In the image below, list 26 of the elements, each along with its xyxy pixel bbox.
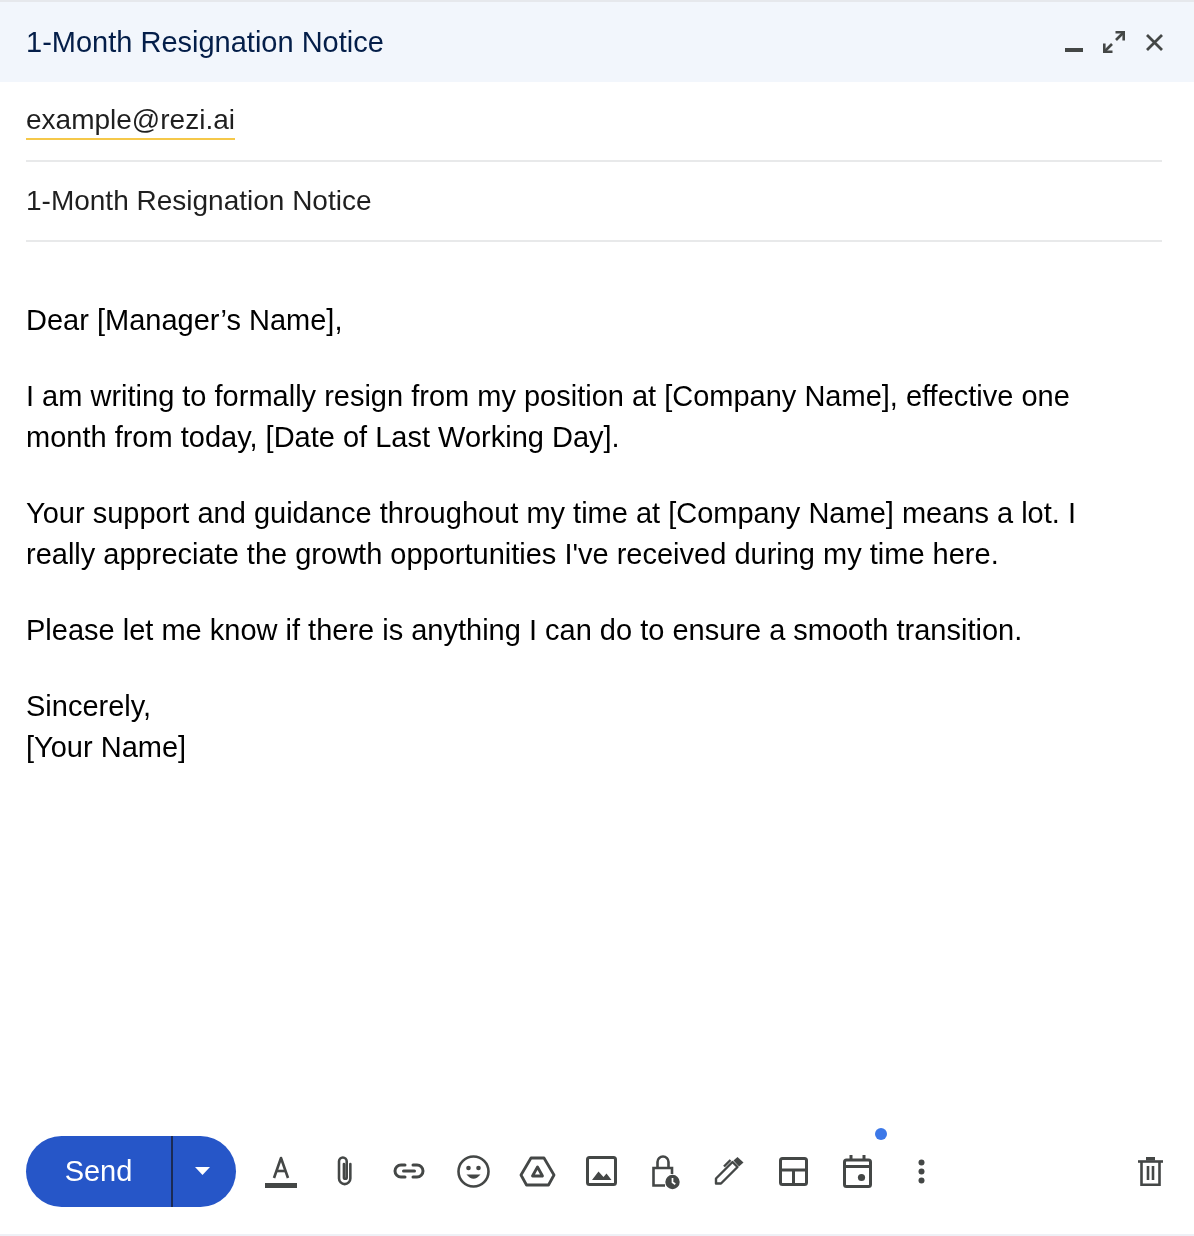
calendar-icon[interactable] [842,1154,872,1188]
recipient-field[interactable]: example@rezi.ai [26,82,1162,162]
image-icon[interactable] [585,1156,617,1186]
message-paragraph: Please let me know if there is anything I can do to ensure a smooth transition. [26,613,1024,648]
more-icon[interactable] [917,1158,925,1184]
trash-icon[interactable] [1137,1156,1163,1186]
link-icon[interactable] [393,1163,425,1179]
message-paragraph: Dear [Manager’s Name], [26,303,344,338]
lock-clock-icon[interactable] [650,1152,680,1190]
send-button[interactable]: Send [26,1135,171,1207]
drive-icon[interactable] [518,1155,556,1187]
valediction-text: Sincerely, [26,689,152,724]
window-title: 1-Month Resignation Notice [26,25,384,59]
paperclip-icon[interactable] [337,1155,353,1187]
text-format-icon[interactable] [265,1154,297,1188]
subject-field[interactable]: 1-Month Resignation Notice [26,162,1162,242]
caret-icon [195,1167,210,1175]
close-icon[interactable] [1145,32,1164,52]
expand-icon[interactable] [1103,31,1125,53]
message-paragraph: I am writing to formally resign from my position at [Company Name], effective one month from today, [Date of Last Working Day]. [26,379,1071,455]
smiley-icon[interactable] [456,1154,490,1188]
message-paragraph: Your support and guidance throughout my time at [Company Name] means a lot. I really appreciate the growth opportunities I've received during my time here. [26,496,1077,572]
send-options-button[interactable] [171,1135,236,1207]
signature-name: [Your Name] [26,730,187,765]
layout-icon[interactable] [778,1156,808,1186]
pen-icon[interactable] [714,1157,744,1185]
